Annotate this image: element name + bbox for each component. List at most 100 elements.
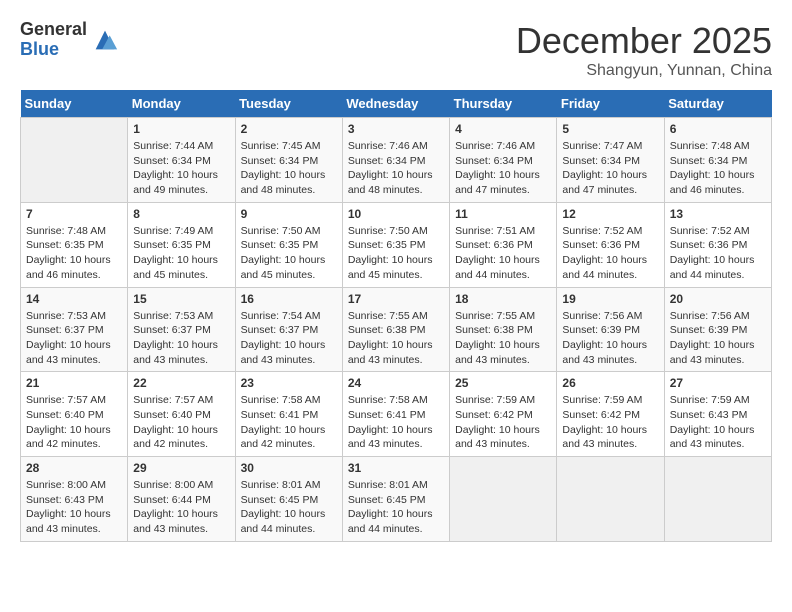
day-info: Sunrise: 8:00 AM Sunset: 6:43 PM Dayligh… xyxy=(26,478,122,537)
day-info: Sunrise: 7:59 AM Sunset: 6:42 PM Dayligh… xyxy=(455,393,551,452)
day-number: 13 xyxy=(670,207,766,221)
calendar-cell: 30 Sunrise: 8:01 AM Sunset: 6:45 PM Dayli… xyxy=(235,457,342,542)
day-info: Sunrise: 8:01 AM Sunset: 6:45 PM Dayligh… xyxy=(241,478,337,537)
day-info: Sunrise: 7:56 AM Sunset: 6:39 PM Dayligh… xyxy=(670,309,766,368)
calendar-cell: 17 Sunrise: 7:55 AM Sunset: 6:38 PM Dayli… xyxy=(342,287,449,372)
calendar-cell: 21Sunrise: 7:57 AM Sunset: 6:40 PM Dayli… xyxy=(21,372,128,457)
day-info: Sunrise: 7:58 AM Sunset: 6:41 PM Dayligh… xyxy=(348,393,444,452)
day-info: Sunrise: 7:51 AM Sunset: 6:36 PM Dayligh… xyxy=(455,224,551,283)
day-info: Sunrise: 7:49 AM Sunset: 6:35 PM Dayligh… xyxy=(133,224,229,283)
day-number: 3 xyxy=(348,122,444,136)
day-info: Sunrise: 7:59 AM Sunset: 6:43 PM Dayligh… xyxy=(670,393,766,452)
day-number: 24 xyxy=(348,376,444,390)
calendar-cell xyxy=(21,118,128,203)
day-number: 1 xyxy=(133,122,229,136)
calendar-week-row: 21 Sunrise: 7:57 AM Sunset: 6:40 PM Dayli… xyxy=(21,372,772,457)
day-number: 30 xyxy=(241,461,337,475)
day-number: 18 xyxy=(455,292,551,306)
day-info: Sunrise: 7:58 AM Sunset: 6:41 PM Dayligh… xyxy=(241,393,337,452)
day-info: Sunrise: 8:01 AM Sunset: 6:45 PM Dayligh… xyxy=(348,478,444,537)
day-number: 10 xyxy=(348,207,444,221)
calendar-cell: 3 Sunrise: 7:46 AM Sunset: 6:34 PM Daylig… xyxy=(342,118,449,203)
calendar-cell: 20Sunrise: 7:56 AM Sunset: 6:39 PM Dayli… xyxy=(664,287,771,372)
day-info: Sunrise: 7:59 AM Sunset: 6:42 PM Dayligh… xyxy=(562,393,658,452)
day-info: Sunrise: 7:46 AM Sunset: 6:34 PM Dayligh… xyxy=(348,139,444,198)
calendar-cell: 8Sunrise: 7:49 AM Sunset: 6:35 PM Daylig… xyxy=(128,202,235,287)
calendar-cell: 26 Sunrise: 7:59 AM Sunset: 6:42 PM Dayli… xyxy=(557,372,664,457)
calendar-cell: 19 Sunrise: 7:56 AM Sunset: 6:39 PM Dayli… xyxy=(557,287,664,372)
day-number: 28 xyxy=(26,461,122,475)
day-of-week-header: Sunday xyxy=(21,90,128,118)
day-info: Sunrise: 7:53 AM Sunset: 6:37 PM Dayligh… xyxy=(133,309,229,368)
day-info: Sunrise: 8:00 AM Sunset: 6:44 PM Dayligh… xyxy=(133,478,229,537)
calendar-cell: 15 Sunrise: 7:53 AM Sunset: 6:37 PM Dayli… xyxy=(128,287,235,372)
day-number: 25 xyxy=(455,376,551,390)
calendar-cell: 1 Sunrise: 7:44 AM Sunset: 6:34 PM Daylig… xyxy=(128,118,235,203)
day-info: Sunrise: 7:48 AM Sunset: 6:35 PM Dayligh… xyxy=(26,224,122,283)
calendar-cell: 6Sunrise: 7:48 AM Sunset: 6:34 PM Daylig… xyxy=(664,118,771,203)
day-number: 26 xyxy=(562,376,658,390)
day-number: 22 xyxy=(133,376,229,390)
location-title: Shangyun, Yunnan, China xyxy=(516,62,772,80)
calendar-cell: 4Sunrise: 7:46 AM Sunset: 6:34 PM Daylig… xyxy=(450,118,557,203)
day-info: Sunrise: 7:54 AM Sunset: 6:37 PM Dayligh… xyxy=(241,309,337,368)
day-info: Sunrise: 7:57 AM Sunset: 6:40 PM Dayligh… xyxy=(133,393,229,452)
calendar-week-row: 28 Sunrise: 8:00 AM Sunset: 6:43 PM Dayli… xyxy=(21,457,772,542)
calendar-cell: 11 Sunrise: 7:51 AM Sunset: 6:36 PM Dayli… xyxy=(450,202,557,287)
calendar-table: SundayMondayTuesdayWednesdayThursdayFrid… xyxy=(20,90,772,542)
day-number: 29 xyxy=(133,461,229,475)
logo-blue-text: Blue xyxy=(20,40,87,60)
day-number: 17 xyxy=(348,292,444,306)
day-info: Sunrise: 7:55 AM Sunset: 6:38 PM Dayligh… xyxy=(348,309,444,368)
day-number: 7 xyxy=(26,207,122,221)
calendar-cell: 29 Sunrise: 8:00 AM Sunset: 6:44 PM Dayli… xyxy=(128,457,235,542)
day-number: 19 xyxy=(562,292,658,306)
day-number: 31 xyxy=(348,461,444,475)
day-of-week-header: Monday xyxy=(128,90,235,118)
day-info: Sunrise: 7:46 AM Sunset: 6:34 PM Dayligh… xyxy=(455,139,551,198)
day-number: 23 xyxy=(241,376,337,390)
day-info: Sunrise: 7:52 AM Sunset: 6:36 PM Dayligh… xyxy=(562,224,658,283)
day-info: Sunrise: 7:53 AM Sunset: 6:37 PM Dayligh… xyxy=(26,309,122,368)
day-info: Sunrise: 7:50 AM Sunset: 6:35 PM Dayligh… xyxy=(241,224,337,283)
day-number: 15 xyxy=(133,292,229,306)
calendar-cell: 27 Sunrise: 7:59 AM Sunset: 6:43 PM Dayli… xyxy=(664,372,771,457)
day-number: 21 xyxy=(26,376,122,390)
calendar-cell xyxy=(450,457,557,542)
calendar-cell: 22 Sunrise: 7:57 AM Sunset: 6:40 PM Dayli… xyxy=(128,372,235,457)
logo-general-text: General xyxy=(20,20,87,40)
calendar-cell: 12 Sunrise: 7:52 AM Sunset: 6:36 PM Dayli… xyxy=(557,202,664,287)
day-info: Sunrise: 7:50 AM Sunset: 6:35 PM Dayligh… xyxy=(348,224,444,283)
day-info: Sunrise: 7:55 AM Sunset: 6:38 PM Dayligh… xyxy=(455,309,551,368)
calendar-cell: 7 Sunrise: 7:48 AM Sunset: 6:35 PM Daylig… xyxy=(21,202,128,287)
month-title: December 2025 xyxy=(516,20,772,62)
calendar-cell: 2Sunrise: 7:45 AM Sunset: 6:34 PM Daylig… xyxy=(235,118,342,203)
calendar-cell xyxy=(664,457,771,542)
calendar-cell: 28 Sunrise: 8:00 AM Sunset: 6:43 PM Dayli… xyxy=(21,457,128,542)
day-number: 5 xyxy=(562,122,658,136)
day-number: 12 xyxy=(562,207,658,221)
day-info: Sunrise: 7:56 AM Sunset: 6:39 PM Dayligh… xyxy=(562,309,658,368)
day-of-week-header: Thursday xyxy=(450,90,557,118)
day-of-week-header: Saturday xyxy=(664,90,771,118)
calendar-week-row: 7 Sunrise: 7:48 AM Sunset: 6:35 PM Daylig… xyxy=(21,202,772,287)
calendar-body: 1 Sunrise: 7:44 AM Sunset: 6:34 PM Daylig… xyxy=(21,118,772,542)
day-info: Sunrise: 7:45 AM Sunset: 6:34 PM Dayligh… xyxy=(241,139,337,198)
day-number: 6 xyxy=(670,122,766,136)
calendar-week-row: 1 Sunrise: 7:44 AM Sunset: 6:34 PM Daylig… xyxy=(21,118,772,203)
calendar-cell: 5 Sunrise: 7:47 AM Sunset: 6:34 PM Daylig… xyxy=(557,118,664,203)
day-info: Sunrise: 7:44 AM Sunset: 6:34 PM Dayligh… xyxy=(133,139,229,198)
calendar-cell: 18 Sunrise: 7:55 AM Sunset: 6:38 PM Dayli… xyxy=(450,287,557,372)
day-info: Sunrise: 7:47 AM Sunset: 6:34 PM Dayligh… xyxy=(562,139,658,198)
calendar-cell: 13Sunrise: 7:52 AM Sunset: 6:36 PM Dayli… xyxy=(664,202,771,287)
calendar-cell xyxy=(557,457,664,542)
page-header: General Blue December 2025 Shangyun, Yun… xyxy=(20,20,772,80)
day-number: 9 xyxy=(241,207,337,221)
day-number: 27 xyxy=(670,376,766,390)
calendar-cell: 24 Sunrise: 7:58 AM Sunset: 6:41 PM Dayli… xyxy=(342,372,449,457)
calendar-cell: 16Sunrise: 7:54 AM Sunset: 6:37 PM Dayli… xyxy=(235,287,342,372)
day-number: 11 xyxy=(455,207,551,221)
logo-icon xyxy=(91,26,119,54)
calendar-cell: 10 Sunrise: 7:50 AM Sunset: 6:35 PM Dayli… xyxy=(342,202,449,287)
calendar-cell: 23 Sunrise: 7:58 AM Sunset: 6:41 PM Dayli… xyxy=(235,372,342,457)
